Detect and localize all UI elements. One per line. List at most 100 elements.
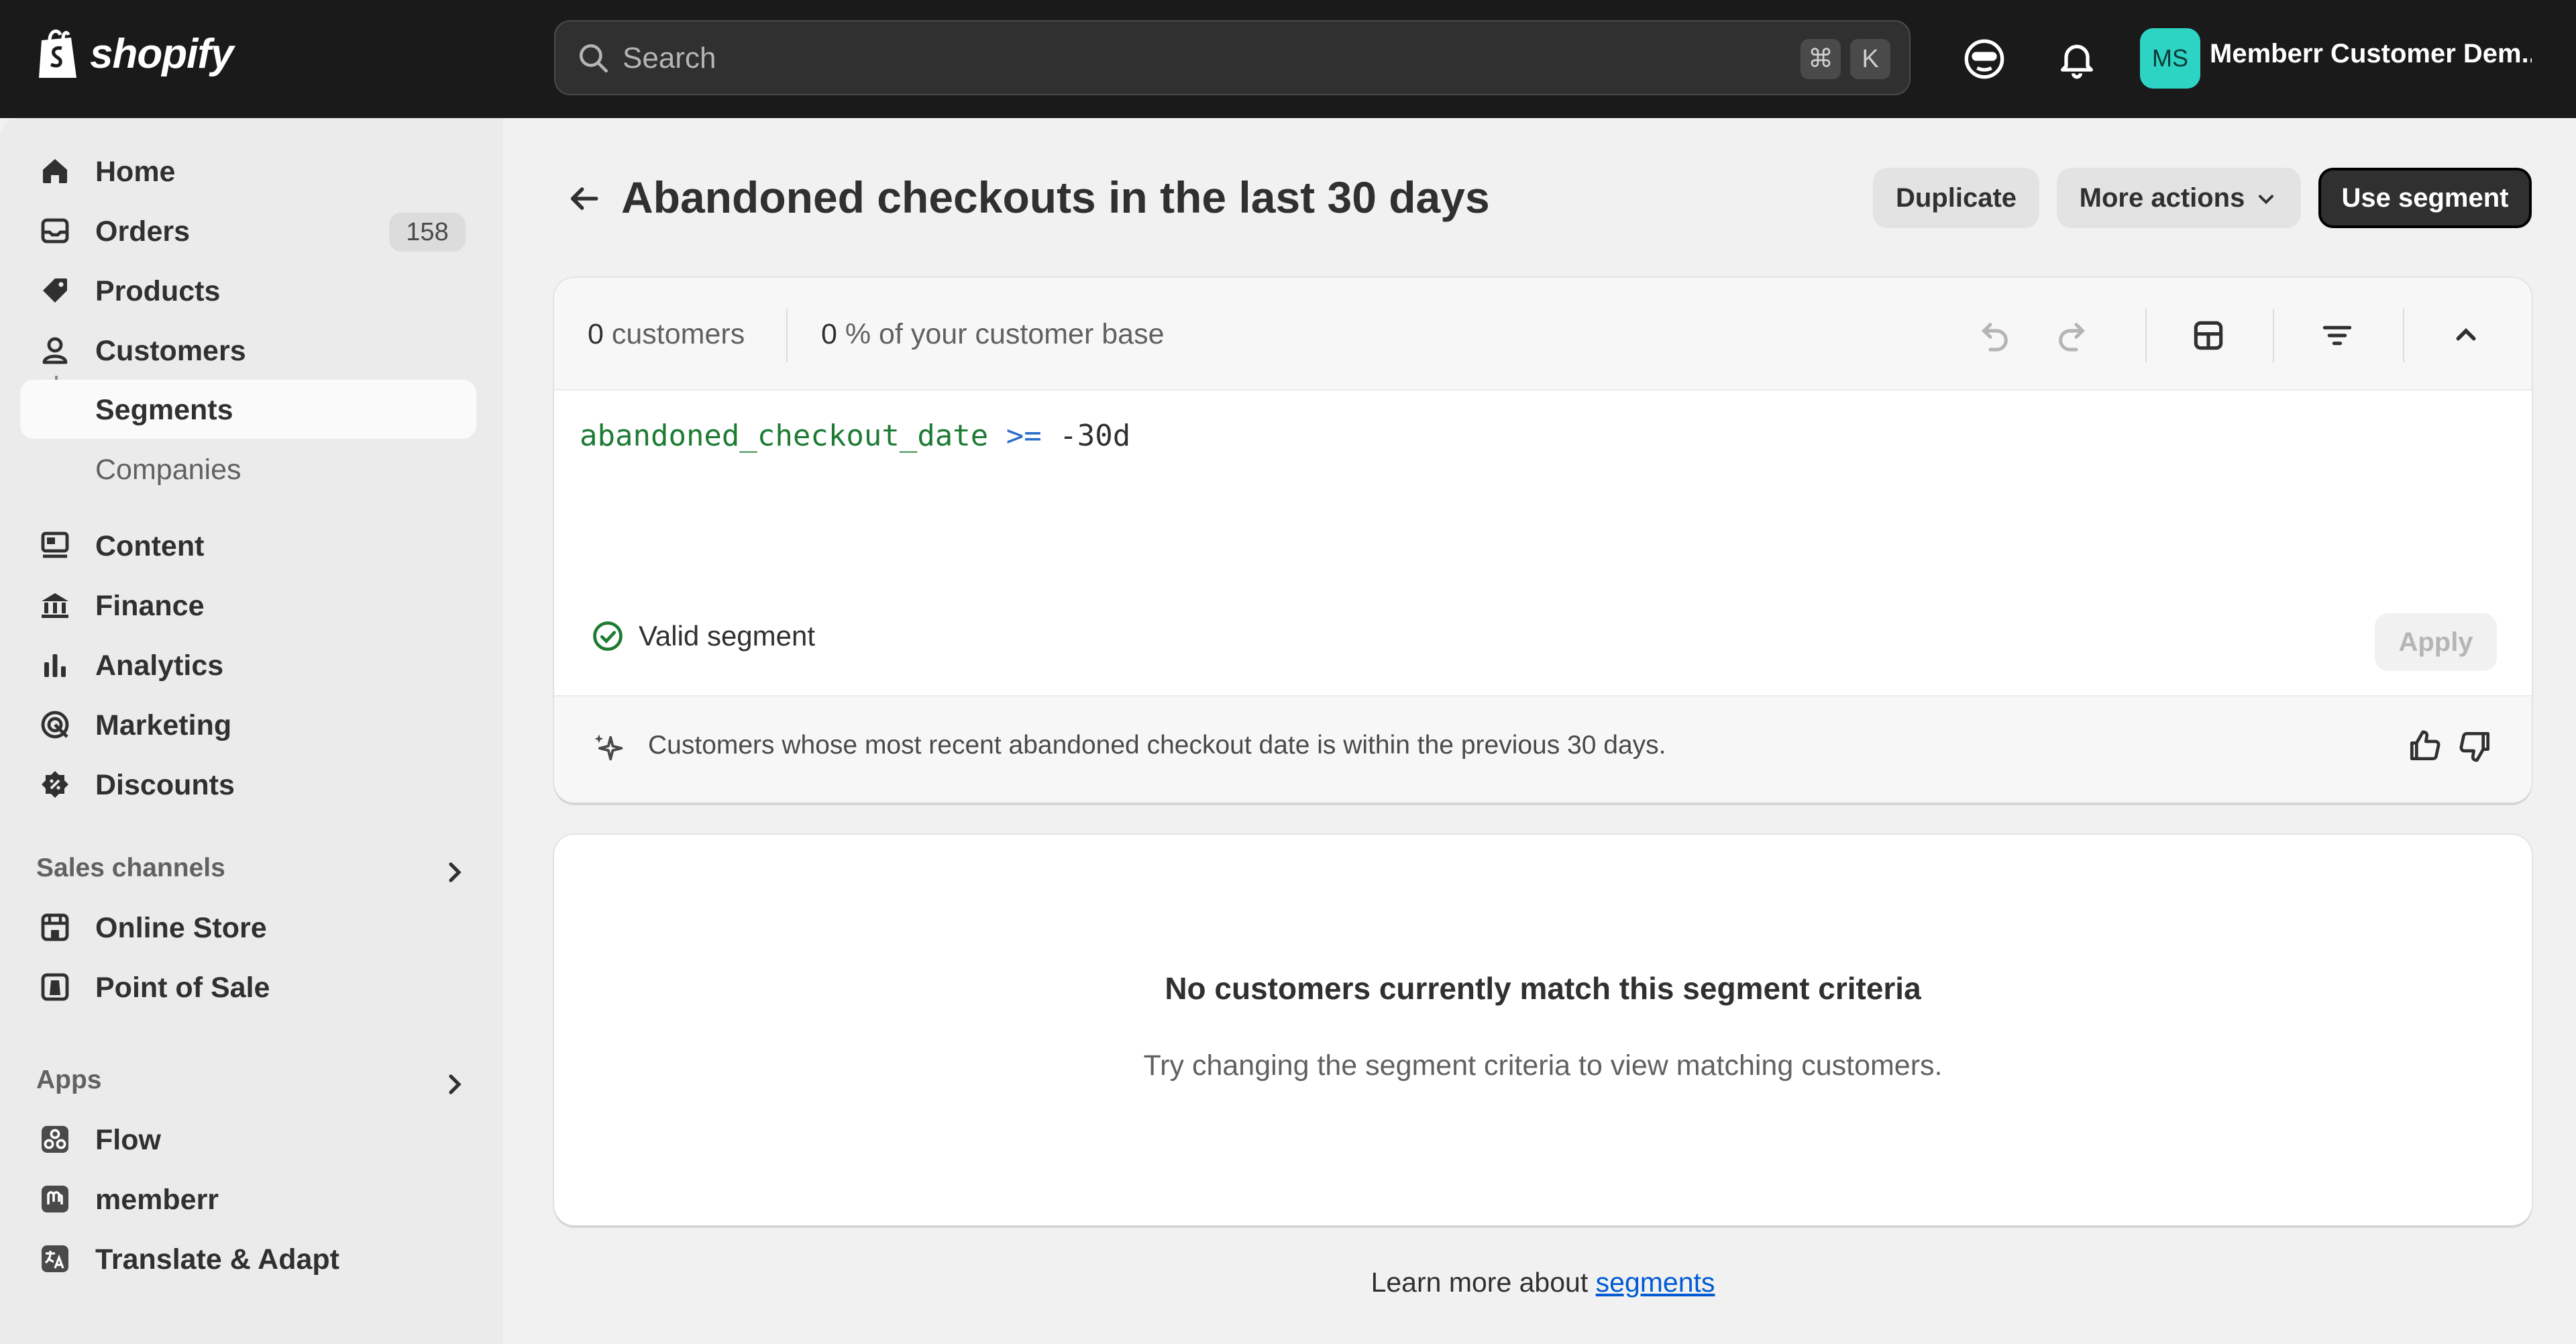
base-percent-label: % of your customer base	[845, 318, 1165, 350]
stat-divider	[786, 309, 788, 362]
apps-heading[interactable]: Apps	[36, 1066, 102, 1095]
translate-icon	[42, 1245, 68, 1272]
tag-icon	[43, 278, 67, 303]
segment-query-editor[interactable]: abandoned_checkout_date >= -30d	[580, 417, 1130, 455]
sidebar-item-label: Marketing	[95, 709, 232, 741]
thumbs-up-icon[interactable]	[2406, 727, 2443, 765]
sidebar-item-label: Customers	[95, 335, 246, 367]
search-placeholder: Search	[623, 42, 716, 74]
shortcut-k-key: K	[1850, 39, 1890, 79]
query-field: abandoned_checkout_date	[580, 419, 989, 453]
search-icon	[579, 44, 608, 73]
bell-icon[interactable]	[2055, 38, 2098, 81]
flow-icon	[42, 1126, 68, 1153]
sidebar-item-customers[interactable]: Customers	[20, 321, 476, 380]
sidebar-item-label: Online Store	[95, 912, 267, 944]
redo-icon[interactable]	[2053, 317, 2090, 354]
segment-status: Valid segment	[639, 620, 816, 652]
toolbar-divider	[2145, 309, 2147, 362]
discount-icon	[42, 771, 68, 798]
sidebar-item-online-store[interactable]: Online Store	[20, 898, 476, 957]
sidebar-item-label: Home	[95, 156, 176, 188]
sidebar-item-home[interactable]: Home	[20, 142, 476, 201]
sidebar-item-label: Analytics	[95, 650, 224, 682]
sparkle-icon	[594, 734, 623, 761]
more-actions-button[interactable]: More actions	[2057, 168, 2301, 228]
segments-help-link[interactable]: segments	[1596, 1267, 1715, 1298]
sidebar-item-label: Orders	[95, 215, 191, 248]
sidebar-item-memberr[interactable]: memberr	[20, 1170, 476, 1229]
sidebar-item-content[interactable]: Content	[20, 516, 476, 575]
sidebar-item-label: Segments	[95, 394, 233, 426]
top-bar: shopify Search ⌘ K MS Memberr Customer D…	[0, 0, 2576, 118]
sidebar-item-translate-adapt[interactable]: Translate & Adapt	[20, 1229, 476, 1288]
orders-count-badge: 158	[389, 213, 466, 252]
filter-icon[interactable]	[2318, 317, 2356, 354]
customers-count-label: customers	[611, 318, 745, 350]
empty-state-subtitle: Try changing the segment criteria to vie…	[1143, 1049, 1943, 1082]
segment-summary: Customers whose most recent abandoned ch…	[648, 731, 1666, 760]
sidebar-item-marketing[interactable]: Marketing	[20, 695, 476, 754]
shopify-logo[interactable]: shopify	[35, 27, 233, 81]
segment-summary-bar: Customers whose most recent abandoned ch…	[554, 695, 2532, 803]
shortcut-cmd-key: ⌘	[1801, 39, 1841, 79]
sidebar-item-companies[interactable]: Companies	[20, 440, 476, 499]
store-icon	[41, 913, 69, 941]
chevron-right-icon[interactable]	[439, 856, 471, 888]
brand-name: shopify	[90, 30, 233, 77]
thumbs-down-icon[interactable]	[2457, 727, 2494, 765]
query-value: -30d	[1059, 419, 1131, 453]
sidebar-item-segments[interactable]: Segments	[20, 380, 476, 439]
sidebar-item-label: Content	[95, 530, 205, 562]
sidebar-item-products[interactable]: Products	[20, 261, 476, 320]
target-icon	[41, 711, 69, 739]
sidebar-item-label: Companies	[95, 454, 241, 486]
orders-icon	[41, 218, 69, 244]
page-title: Abandoned checkouts in the last 30 days	[621, 172, 1490, 222]
sidebar-item-label: Products	[95, 275, 221, 307]
base-percent: 0	[821, 318, 837, 350]
sidebar-item-point-of-sale[interactable]: Point of Sale	[20, 958, 476, 1017]
sidebar-item-discounts[interactable]: Discounts	[20, 755, 476, 814]
query-operator: >=	[1006, 419, 1042, 453]
chevron-right-icon[interactable]	[439, 1068, 471, 1100]
chevron-down-icon	[2259, 195, 2274, 205]
more-actions-label: More actions	[2079, 183, 2245, 213]
sidebar-item-label: Translate & Adapt	[95, 1243, 339, 1276]
sidebar-item-analytics[interactable]: Analytics	[20, 635, 476, 694]
store-name[interactable]: Memberr Customer Dem...	[2210, 39, 2532, 69]
content-icon	[41, 531, 69, 558]
learn-more-prefix: Learn more about	[1371, 1267, 1589, 1298]
chevron-up-icon[interactable]	[2447, 317, 2485, 354]
undo-icon[interactable]	[1976, 317, 2014, 354]
apply-button[interactable]: Apply	[2375, 613, 2497, 671]
pos-icon	[41, 973, 69, 1001]
check-circle-icon	[593, 621, 623, 651]
customers-count-stat: 0 customers	[588, 317, 745, 352]
empty-state-title: No customers currently match this segmen…	[1165, 971, 1921, 1006]
sidebar-item-flow[interactable]: Flow	[20, 1110, 476, 1169]
sidebar-item-finance[interactable]: Finance	[20, 576, 476, 635]
layout-icon[interactable]	[2190, 317, 2227, 354]
bar-chart-icon	[44, 654, 66, 677]
sidebar-item-orders[interactable]: Orders 158	[20, 201, 476, 260]
back-arrow-icon[interactable]	[565, 180, 602, 217]
avatar[interactable]: MS	[2140, 28, 2200, 89]
duplicate-button[interactable]: Duplicate	[1873, 168, 2039, 228]
segment-editor-card: 0 customers 0 % of your customer base ab…	[554, 278, 2532, 803]
customers-count: 0	[588, 318, 604, 350]
sidebar-item-label: Discounts	[95, 769, 235, 801]
sidebar-item-label: memberr	[95, 1184, 219, 1216]
search-input[interactable]: Search ⌘ K	[554, 20, 1911, 95]
customers-results-card: No customers currently match this segmen…	[554, 835, 2532, 1225]
person-icon	[42, 337, 68, 364]
sales-channels-heading[interactable]: Sales channels	[36, 854, 225, 883]
sidebar-item-label: Flow	[95, 1124, 161, 1156]
use-segment-button[interactable]: Use segment	[2318, 168, 2532, 228]
shopify-bag-icon	[39, 29, 76, 78]
customer-base-stat: 0 % of your customer base	[821, 317, 1164, 352]
segment-stats-bar: 0 customers 0 % of your customer base	[554, 278, 2532, 391]
memberr-icon	[42, 1186, 68, 1212]
sidekick-icon[interactable]	[1963, 38, 2006, 81]
toolbar-divider	[2403, 309, 2404, 362]
